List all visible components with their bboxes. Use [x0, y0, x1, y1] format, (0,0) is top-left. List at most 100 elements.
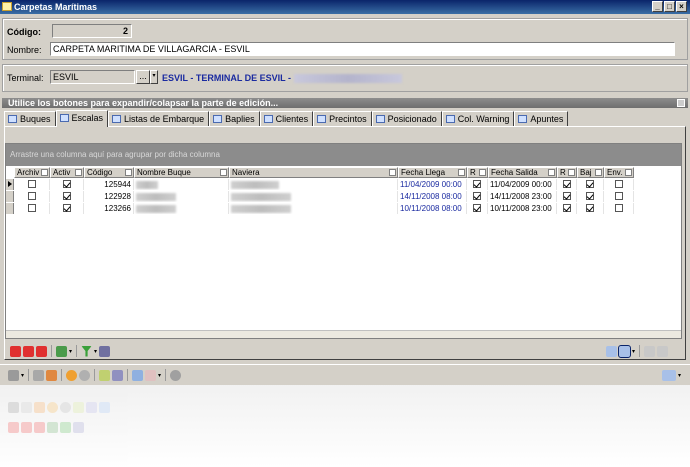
tab-col-warning[interactable]: Col. Warning [441, 111, 515, 126]
collapse-all-icon[interactable] [657, 345, 669, 357]
cell-fecha-llegada[interactable]: 14/11/2008 08:00 [398, 191, 467, 202]
cell-naviera[interactable] [229, 179, 398, 190]
table-row[interactable]: 122928 14/11/2008 08:00 14/11/2008 23:00 [6, 191, 681, 202]
cell-naviera[interactable] [229, 203, 398, 214]
tab-precintos[interactable]: Precintos [313, 111, 372, 126]
cell-nombre-buque[interactable] [134, 203, 229, 214]
tab-posicionado[interactable]: Posicionado [371, 111, 442, 126]
cell-codigo[interactable]: 125944 [84, 179, 134, 190]
cell-nombre-buque[interactable] [134, 179, 229, 190]
baj-checkbox[interactable] [586, 192, 594, 200]
env-checkbox[interactable] [614, 180, 623, 188]
expand-icon[interactable] [677, 99, 685, 107]
collapse-icon[interactable] [36, 345, 47, 357]
chevron-down-icon[interactable]: ▾ [678, 372, 681, 379]
chevron-down-icon[interactable]: ▾ [21, 372, 24, 379]
r1-checkbox[interactable] [473, 192, 481, 200]
col-header-fecha-llegada[interactable]: Fecha Llega [398, 167, 467, 178]
close-button[interactable]: × [676, 1, 687, 12]
col-header-archiv[interactable]: Archiv [14, 167, 50, 178]
maximize-button[interactable]: □ [664, 1, 675, 12]
row-indicator[interactable] [6, 191, 14, 202]
cancel-icon[interactable] [46, 369, 58, 381]
r2-checkbox[interactable] [562, 204, 571, 212]
filter-dropdown-icon[interactable] [548, 169, 555, 176]
chevron-down-icon[interactable]: ▾ [69, 348, 72, 355]
window-list-icon[interactable] [662, 369, 676, 381]
tab-clientes[interactable]: Clientes [259, 111, 314, 126]
accept-icon[interactable] [33, 369, 45, 381]
terminal-dropdown-icon[interactable]: ▾ [150, 70, 158, 84]
col-header-nombre-buque[interactable]: Nombre Buque [134, 167, 229, 178]
archiv-checkbox[interactable] [27, 180, 36, 188]
filter-dropdown-icon[interactable] [479, 169, 486, 176]
delete-row-icon[interactable] [23, 345, 34, 357]
cell-fecha-salida[interactable]: 11/04/2009 00:00 [488, 179, 557, 190]
col-header-activ[interactable]: Activ [50, 167, 84, 178]
nombre-field[interactable]: CARPETA MARITIMA DE VILLAGARCIA - ESVIL [50, 42, 675, 56]
cell-codigo[interactable]: 122928 [84, 191, 134, 202]
sort-icon[interactable] [99, 345, 111, 357]
tab-listas-embarque[interactable]: Listas de Embarque [108, 111, 210, 126]
terminal-search-button[interactable]: ... [136, 70, 150, 84]
title-bar[interactable]: Carpetas Marítimas _ □ × [0, 0, 690, 14]
activ-checkbox[interactable] [62, 180, 71, 188]
table-row[interactable]: 125944 11/04/2009 00:00 11/04/2009 00:00 [6, 179, 681, 190]
baj-checkbox[interactable] [586, 180, 594, 188]
row-indicator[interactable] [6, 179, 14, 190]
activ-checkbox[interactable] [62, 192, 71, 200]
layout-icon[interactable] [618, 344, 631, 358]
cell-fecha-llegada[interactable]: 11/04/2009 00:00 [398, 179, 467, 190]
help-icon[interactable] [170, 369, 182, 381]
table-row[interactable]: 123266 10/11/2008 08:00 10/11/2008 23:00 [6, 203, 681, 214]
cell-nombre-buque[interactable] [134, 191, 229, 202]
refresh-icon[interactable] [66, 369, 78, 381]
col-header-r2[interactable]: R [557, 167, 577, 178]
archiv-checkbox[interactable] [27, 204, 36, 212]
expand-all-icon[interactable] [644, 345, 656, 357]
r1-checkbox[interactable] [473, 180, 481, 188]
preview-icon[interactable] [112, 369, 124, 381]
r2-checkbox[interactable] [562, 180, 571, 188]
chevron-down-icon[interactable]: ▾ [94, 348, 97, 355]
activ-checkbox[interactable] [62, 204, 71, 212]
col-header-baj[interactable]: Baj [577, 167, 604, 178]
minimize-button[interactable]: _ [652, 1, 663, 12]
row-indicator[interactable] [6, 203, 14, 214]
horizontal-scrollbar[interactable] [6, 330, 681, 338]
print-icon[interactable] [99, 369, 111, 381]
tab-buques[interactable]: Buques [4, 111, 56, 126]
r2-checkbox[interactable] [562, 192, 571, 200]
filter-dropdown-icon[interactable] [595, 169, 602, 176]
group-by-area[interactable]: Arrastre una columna aquí para agrupar p… [6, 144, 681, 166]
view-icon[interactable] [606, 345, 617, 357]
chevron-down-icon[interactable]: ▾ [632, 348, 635, 355]
expand-collapse-bar[interactable]: Utilice los botones para expandir/colaps… [2, 98, 688, 108]
cell-codigo[interactable]: 123266 [84, 203, 134, 214]
tools-icon[interactable] [8, 369, 19, 381]
cell-fecha-salida[interactable]: 14/11/2008 23:00 [488, 191, 557, 202]
tab-apuntes[interactable]: Apuntes [514, 111, 569, 126]
filter-icon[interactable] [81, 345, 93, 357]
filter-dropdown-icon[interactable] [568, 169, 575, 176]
col-header-naviera[interactable]: Naviera [229, 167, 398, 178]
cell-fecha-llegada[interactable]: 10/11/2008 08:00 [398, 203, 467, 214]
col-header-codigo[interactable]: Código [84, 167, 134, 178]
filter-dropdown-icon[interactable] [75, 169, 82, 176]
col-header-env[interactable]: Env. [604, 167, 634, 178]
filter-dropdown-icon[interactable] [389, 169, 396, 176]
cell-fecha-salida[interactable]: 10/11/2008 23:00 [488, 203, 557, 214]
col-header-r1[interactable]: R [467, 167, 488, 178]
copy-icon[interactable] [132, 369, 144, 381]
env-checkbox[interactable] [614, 192, 623, 200]
filter-dropdown-icon[interactable] [125, 169, 132, 176]
filter-dropdown-icon[interactable] [41, 169, 48, 176]
archiv-checkbox[interactable] [27, 192, 36, 200]
tab-baplies[interactable]: Baplies [209, 111, 260, 126]
escalas-grid[interactable]: Arrastre una columna aquí para agrupar p… [5, 143, 682, 339]
cell-naviera[interactable] [229, 191, 398, 202]
terminal-field[interactable]: ESVIL [50, 70, 135, 84]
tab-escalas[interactable]: Escalas [55, 110, 109, 127]
filter-dropdown-icon[interactable] [220, 169, 227, 176]
filter-dropdown-icon[interactable] [458, 169, 465, 176]
